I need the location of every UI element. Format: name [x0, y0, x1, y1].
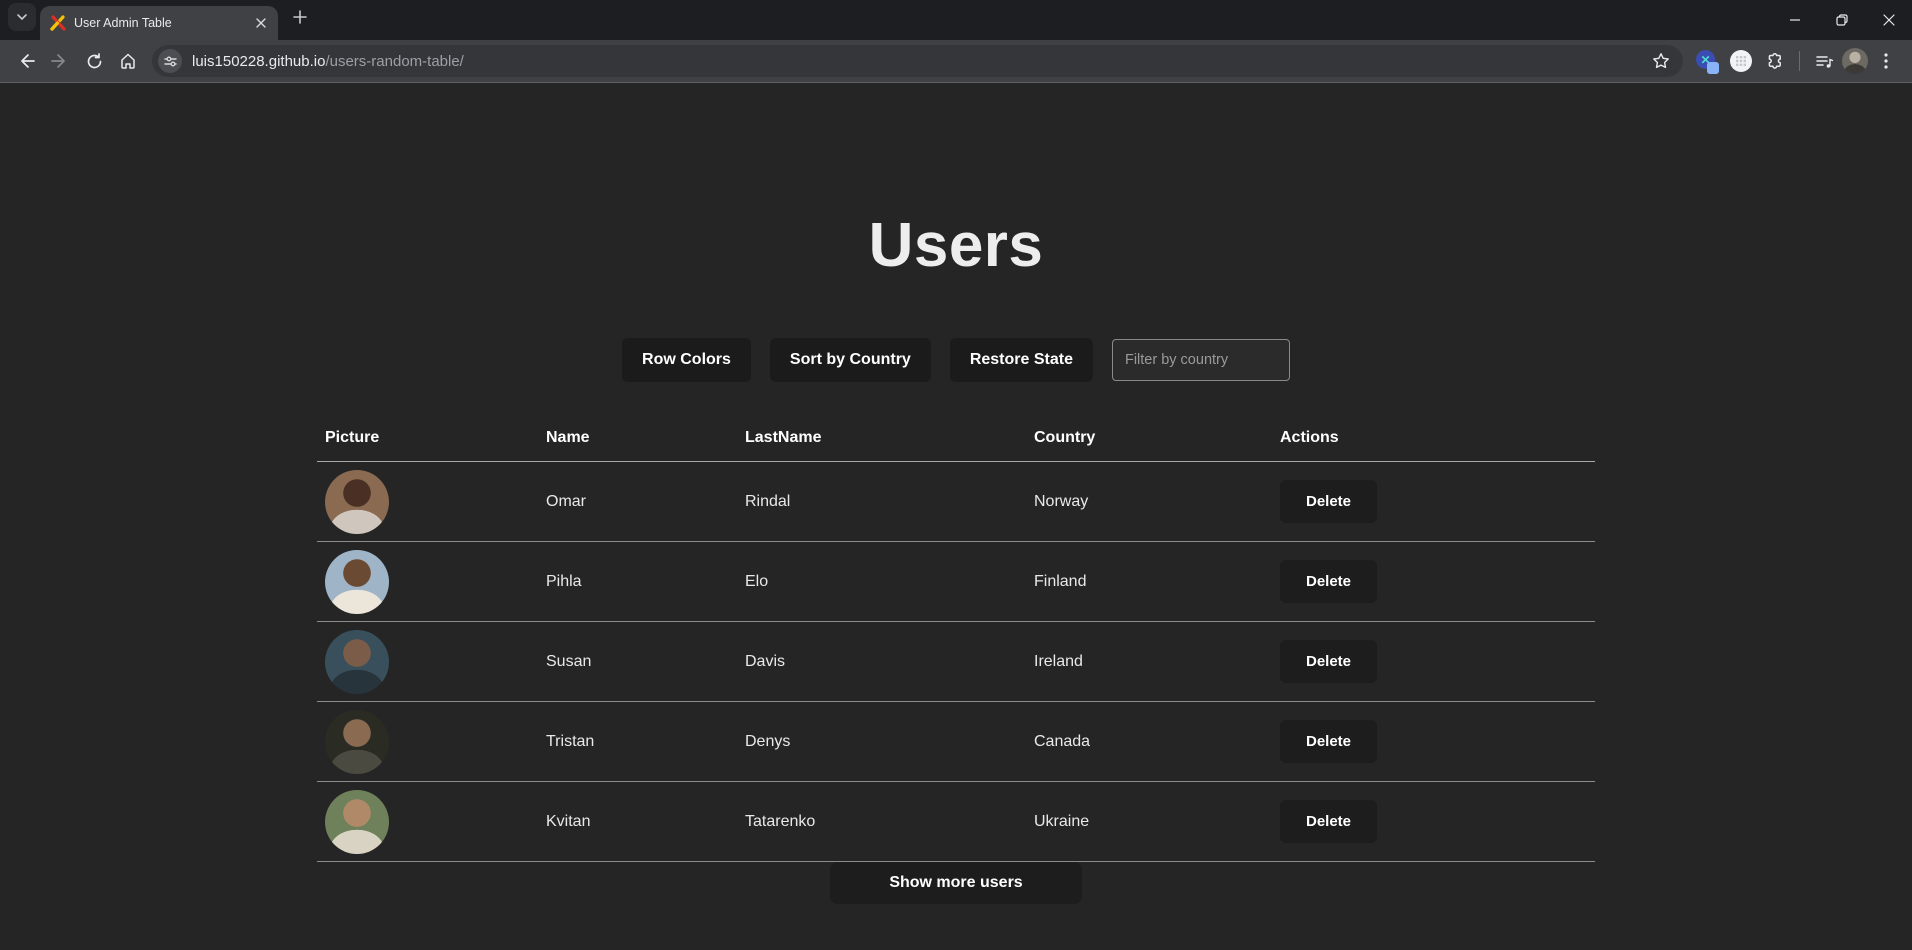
header-picture: Picture: [317, 429, 538, 462]
delete-button[interactable]: Delete: [1280, 560, 1377, 603]
restore-state-button[interactable]: Restore State: [950, 338, 1093, 382]
cell-country: Norway: [1026, 462, 1272, 542]
browser-tab-active[interactable]: User Admin Table: [40, 6, 278, 40]
page-content: Users Row Colors Sort by Country Restore…: [0, 83, 1912, 949]
url-domain: luis150228.github.io: [192, 53, 325, 70]
table-row: Susan Davis Ireland Delete: [317, 622, 1595, 702]
media-controls-icon[interactable]: [1808, 45, 1840, 77]
user-avatar: [325, 710, 389, 774]
sort-by-country-button[interactable]: Sort by Country: [770, 338, 931, 382]
url-text: luis150228.github.io/users-random-table/: [192, 53, 464, 70]
filter-by-country-input[interactable]: [1112, 339, 1290, 381]
cell-country: Ukraine: [1026, 782, 1272, 862]
user-avatar: [325, 630, 389, 694]
site-settings-icon[interactable]: [158, 49, 182, 73]
cell-name: Kvitan: [538, 782, 737, 862]
header-country: Country: [1026, 429, 1272, 462]
table-row: Omar Rindal Norway Delete: [317, 462, 1595, 542]
tab-search-button[interactable]: [8, 3, 36, 31]
cell-lastname: Elo: [737, 542, 1026, 622]
delete-button[interactable]: Delete: [1280, 480, 1377, 523]
profile-avatar[interactable]: [1842, 48, 1868, 74]
cell-name: Susan: [538, 622, 737, 702]
table-row: Pihla Elo Finland Delete: [317, 542, 1595, 622]
table-header-row: Picture Name LastName Country Actions: [317, 429, 1595, 462]
home-button[interactable]: [112, 45, 144, 77]
header-name: Name: [538, 429, 737, 462]
address-bar[interactable]: luis150228.github.io/users-random-table/: [152, 45, 1683, 77]
show-more-users-button[interactable]: Show more users: [830, 862, 1082, 904]
cell-country: Ireland: [1026, 622, 1272, 702]
kebab-menu-icon[interactable]: [1870, 45, 1902, 77]
cell-country: Finland: [1026, 542, 1272, 622]
cell-name: Tristan: [538, 702, 737, 782]
page-title: Users: [0, 213, 1912, 278]
user-avatar: [325, 470, 389, 534]
table-row: Tristan Denys Canada Delete: [317, 702, 1595, 782]
chevron-down-icon: [16, 11, 28, 23]
row-colors-button[interactable]: Row Colors: [622, 338, 751, 382]
delete-button[interactable]: Delete: [1280, 640, 1377, 683]
tab-close-icon[interactable]: [252, 14, 270, 32]
table-row: Kvitan Tatarenko Ukraine Delete: [317, 782, 1595, 862]
new-tab-button[interactable]: [286, 3, 314, 31]
bookmark-star-icon[interactable]: [1645, 45, 1677, 77]
users-table: Picture Name LastName Country Actions Om…: [317, 429, 1595, 862]
close-button[interactable]: [1865, 0, 1912, 40]
users-table-container: Picture Name LastName Country Actions Om…: [317, 429, 1595, 904]
extension-pinned-white-icon[interactable]: [1725, 45, 1757, 77]
window-controls: [1771, 0, 1912, 40]
tab-title: User Admin Table: [74, 16, 244, 30]
delete-button[interactable]: Delete: [1280, 800, 1377, 843]
cell-name: Omar: [538, 462, 737, 542]
url-path: /users-random-table/: [325, 53, 463, 70]
user-avatar: [325, 790, 389, 854]
reload-button[interactable]: [78, 45, 110, 77]
tab-strip: User Admin Table: [0, 0, 1912, 40]
header-actions: Actions: [1272, 429, 1595, 462]
browser-toolbar: luis150228.github.io/users-random-table/…: [0, 40, 1912, 83]
cell-country: Canada: [1026, 702, 1272, 782]
cell-name: Pihla: [538, 542, 737, 622]
header-lastname: LastName: [737, 429, 1026, 462]
toolbar-divider: [1799, 51, 1800, 71]
cell-lastname: Denys: [737, 702, 1026, 782]
minimize-button[interactable]: [1771, 0, 1818, 40]
forward-button[interactable]: [44, 45, 76, 77]
cell-lastname: Davis: [737, 622, 1026, 702]
user-avatar: [325, 550, 389, 614]
blue-extension-icon: ✕: [1696, 50, 1718, 72]
back-button[interactable]: [10, 45, 42, 77]
controls-bar: Row Colors Sort by Country Restore State: [0, 338, 1912, 382]
cell-lastname: Rindal: [737, 462, 1026, 542]
site-favicon-icon: [50, 15, 66, 31]
extensions-puzzle-icon[interactable]: [1759, 45, 1791, 77]
delete-button[interactable]: Delete: [1280, 720, 1377, 763]
cell-lastname: Tatarenko: [737, 782, 1026, 862]
grid-extension-icon: [1730, 50, 1752, 72]
restore-button[interactable]: [1818, 0, 1865, 40]
extension-pinned-blue-icon[interactable]: ✕: [1691, 45, 1723, 77]
